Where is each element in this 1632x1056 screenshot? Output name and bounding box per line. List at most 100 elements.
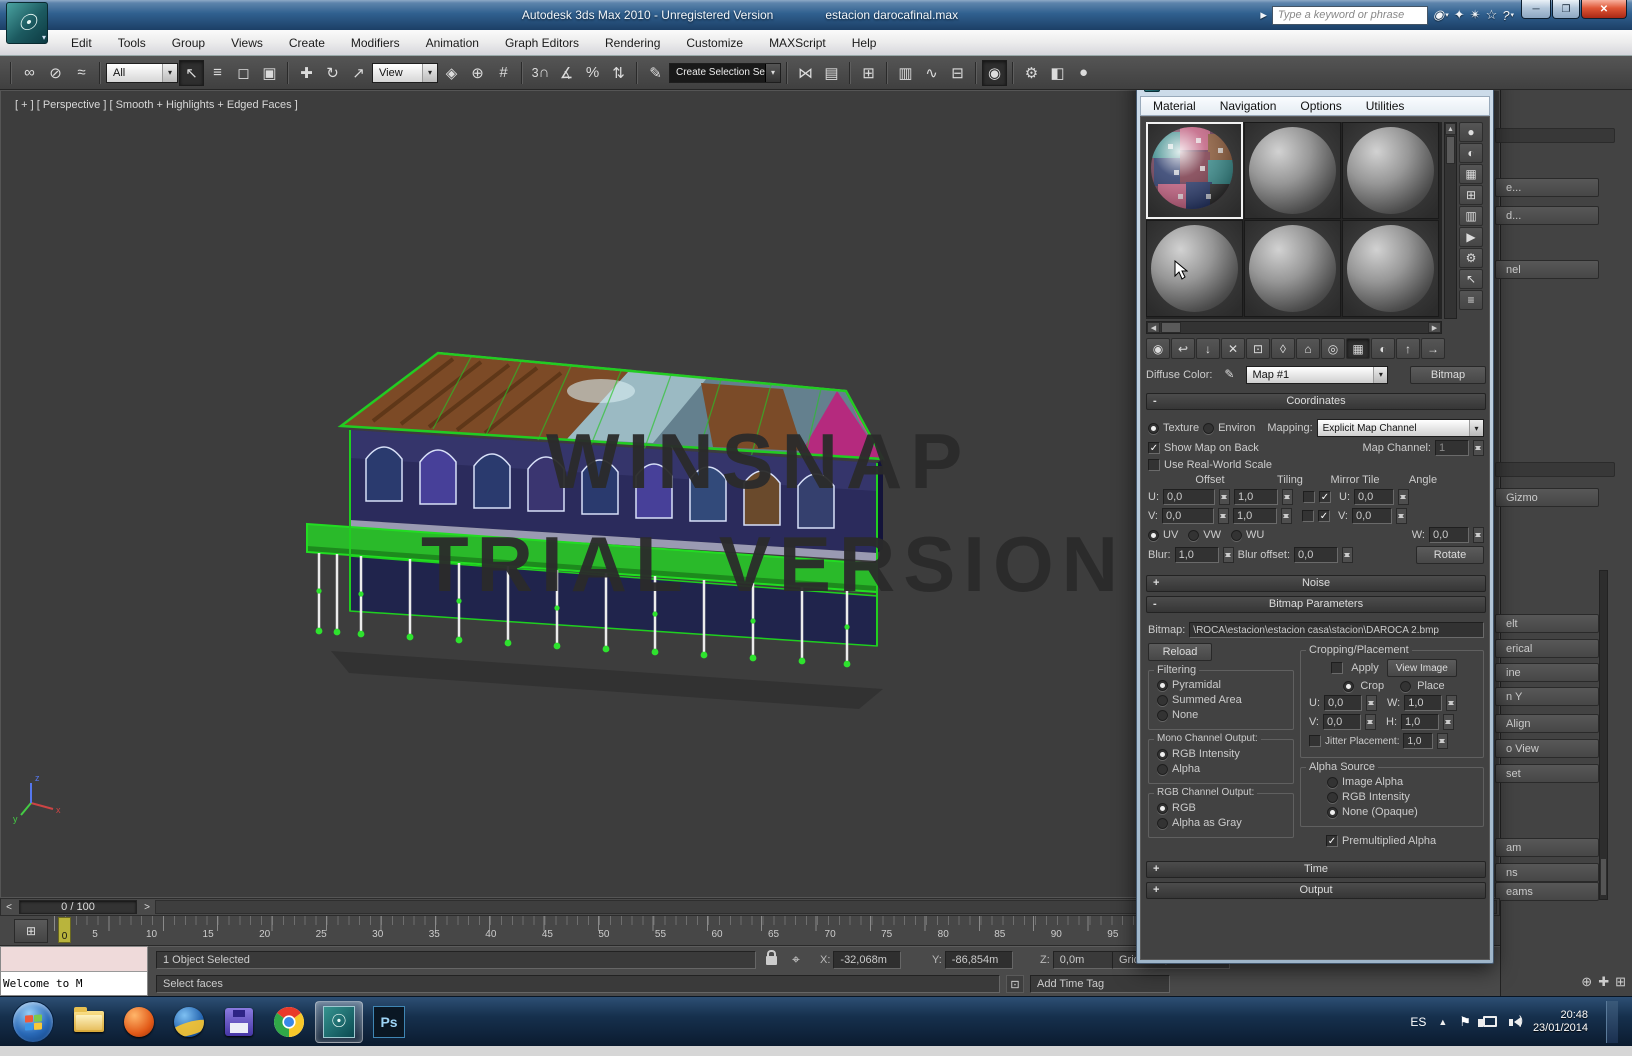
show-hidden-icons[interactable]: ▲ <box>1438 1017 1447 1027</box>
command-panel-button-fragment[interactable]: n Y <box>1495 687 1599 706</box>
help-icon[interactable]: ?▾ <box>1502 8 1514 23</box>
selection-filter-dropdown[interactable]: All▾ <box>106 63 178 83</box>
scroll-up-icon[interactable]: ▲ <box>1445 123 1456 135</box>
mapping-dropdown[interactable]: Explicit Map Channel▾ <box>1317 419 1484 437</box>
video-color-check-icon[interactable]: ▥ <box>1459 206 1483 226</box>
get-material-icon[interactable]: ◉ <box>1146 338 1170 359</box>
reference-coordinate-dropdown[interactable]: View▾ <box>372 63 438 83</box>
selection-lock-icon[interactable] <box>766 956 777 965</box>
output-rollout-header[interactable]: +Output <box>1146 882 1486 899</box>
crop-radio[interactable] <box>1343 681 1354 692</box>
infocenter-expand-icon[interactable]: ▸ <box>1260 7 1267 23</box>
pyramidal-radio[interactable] <box>1157 680 1168 691</box>
taskbar-media-player[interactable] <box>115 1001 163 1043</box>
menu-item[interactable]: Tools <box>105 30 159 55</box>
open-mini-curve-editor-icon[interactable]: ⊞ <box>14 919 48 943</box>
taskbar-photoshop[interactable]: Ps <box>365 1001 413 1043</box>
map-channel-field[interactable]: 1 <box>1435 440 1469 456</box>
angle-snap-icon[interactable]: ∡ <box>554 60 579 86</box>
search-icon[interactable]: ◉▾ <box>1433 7 1449 23</box>
minimize-button[interactable]: ─ <box>1521 0 1551 19</box>
crop-u-spinner[interactable] <box>1366 695 1377 711</box>
subscription-icon[interactable]: ✦ <box>1454 7 1465 23</box>
command-panel-button-fragment[interactable]: eams <box>1495 882 1599 901</box>
blur-spinner[interactable] <box>1223 547 1234 563</box>
uv-radio[interactable] <box>1148 530 1159 541</box>
map-channel-spinner[interactable] <box>1473 440 1484 456</box>
material-map-navigator-icon[interactable]: ≡ <box>1459 290 1483 310</box>
command-panel-button-fragment[interactable]: Gizmo <box>1495 488 1599 507</box>
select-by-name-icon[interactable]: ≡ <box>205 60 230 86</box>
taskbar-browser[interactable] <box>165 1001 213 1043</box>
viewport-label[interactable]: [ + ] [ Perspective ] [ Smooth + Highlig… <box>15 99 298 111</box>
menu-item[interactable]: Graph Editors <box>492 30 592 55</box>
image-alpha-radio[interactable] <box>1327 777 1338 788</box>
map-type-button[interactable]: Bitmap <box>1410 366 1486 384</box>
u-angle-spinner[interactable] <box>1398 489 1409 505</box>
sample-slot[interactable] <box>1244 122 1341 219</box>
time-rollout-header[interactable]: +Time <box>1146 861 1486 878</box>
crop-v-spinner[interactable] <box>1365 714 1376 730</box>
v-offset-spinner[interactable] <box>1218 508 1229 524</box>
zoom-extents-icon[interactable]: ⊕ <box>1581 974 1592 990</box>
map-name-dropdown[interactable]: Map #1▾ <box>1246 366 1388 384</box>
clock[interactable]: 20:48 23/01/2014 <box>1533 1009 1588 1035</box>
named-selection-sets-dropdown[interactable]: Create Selection Se▾ <box>669 63 781 83</box>
crop-w-spinner[interactable] <box>1446 695 1457 711</box>
backlight-icon[interactable]: ◐ <box>1459 143 1483 163</box>
schematic-view-icon[interactable]: ⊟ <box>945 60 970 86</box>
command-panel-button-fragment[interactable]: erical <box>1495 639 1599 658</box>
menu-item[interactable]: Help <box>839 30 890 55</box>
premultiplied-alpha-checkbox[interactable]: ✓ <box>1326 835 1338 847</box>
command-panel-scrollbar[interactable] <box>1599 570 1608 900</box>
apply-checkbox[interactable] <box>1331 662 1343 674</box>
command-panel-button-fragment[interactable]: am <box>1495 838 1599 857</box>
menu-item[interactable]: Material <box>1141 99 1208 113</box>
maximize-button[interactable]: ❐ <box>1552 0 1580 19</box>
sample-slot[interactable] <box>1146 220 1243 317</box>
v-tiling-field[interactable]: 1,0 <box>1233 508 1277 524</box>
u-mirror-checkbox[interactable] <box>1303 491 1315 503</box>
sample-slots-vscrollbar[interactable]: ▲ <box>1444 122 1457 319</box>
network-icon[interactable] <box>1483 1016 1497 1027</box>
curve-editor-icon[interactable]: ∿ <box>919 60 944 86</box>
bind-to-space-warp-icon[interactable]: ≈ <box>69 60 94 86</box>
maximize-viewport-icon[interactable]: ⊞ <box>1615 974 1626 990</box>
x-coordinate-field[interactable]: -32,068m <box>833 951 901 969</box>
bitmap-parameters-rollout-header[interactable]: -Bitmap Parameters <box>1146 596 1486 613</box>
rectangular-selection-region-icon[interactable]: ◻ <box>231 60 256 86</box>
show-end-result-icon[interactable]: ◐ <box>1371 338 1395 359</box>
menu-item[interactable]: Customize <box>673 30 756 55</box>
listener-macro-recorder[interactable] <box>1 947 147 972</box>
command-panel-button-fragment[interactable]: set <box>1495 764 1599 783</box>
taskbar-3dsmax-active[interactable]: ☉ <box>315 1001 363 1043</box>
v-tiling-spinner[interactable] <box>1281 508 1292 524</box>
volume-icon[interactable] <box>1509 1017 1521 1027</box>
crop-v-field[interactable]: 0,0 <box>1323 714 1361 730</box>
jitter-field[interactable]: 1,0 <box>1403 733 1433 749</box>
menu-item[interactable]: Navigation <box>1208 99 1289 113</box>
w-angle-field[interactable]: 0,0 <box>1429 527 1469 543</box>
u-tiling-spinner[interactable] <box>1282 489 1293 505</box>
v-tile-checkbox[interactable]: ✓ <box>1318 510 1330 522</box>
snaps-toggle-icon[interactable]: 3∩ <box>528 60 553 86</box>
view-image-button[interactable]: View Image <box>1387 659 1457 677</box>
edit-named-selection-sets-icon[interactable]: ✎ <box>643 60 668 86</box>
crop-u-field[interactable]: 0,0 <box>1324 695 1362 711</box>
render-setup-icon[interactable]: ⚙ <box>1019 60 1044 86</box>
u-tile-checkbox[interactable]: ✓ <box>1319 491 1331 503</box>
rollout-bar-fragment[interactable] <box>1495 462 1615 477</box>
reset-map-icon[interactable]: ✕ <box>1221 338 1245 359</box>
v-offset-field[interactable]: 0,0 <box>1162 508 1214 524</box>
show-map-on-back-checkbox[interactable]: ✓ <box>1148 442 1160 454</box>
time-tag-icon[interactable]: ⊡ <box>1006 975 1024 993</box>
jitter-placement-checkbox[interactable] <box>1309 735 1321 747</box>
add-time-tag[interactable]: Add Time Tag <box>1030 975 1170 993</box>
taskbar-app[interactable] <box>215 1001 263 1043</box>
blur-field[interactable]: 1,0 <box>1175 547 1219 563</box>
blur-offset-field[interactable]: 0,0 <box>1294 547 1338 563</box>
search-input[interactable] <box>1272 6 1428 25</box>
noise-rollout-header[interactable]: +Noise <box>1146 575 1486 592</box>
select-and-link-icon[interactable]: ∞ <box>17 60 42 86</box>
graphite-modeling-tools-icon[interactable]: ▥ <box>893 60 918 86</box>
